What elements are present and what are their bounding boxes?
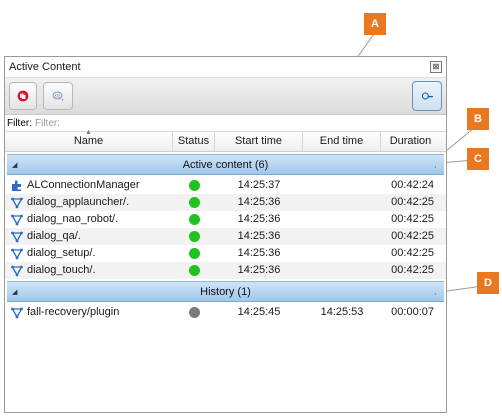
group-label-active: Active content (6) xyxy=(182,158,269,171)
puzzle-icon xyxy=(12,179,21,191)
robot-select-icon xyxy=(52,91,64,101)
group-label-history: History (1) xyxy=(200,285,251,298)
row-end-time: 14:25:53 xyxy=(320,306,364,318)
row-duration: 00:42:25 xyxy=(391,213,434,225)
filter-input[interactable] xyxy=(35,117,235,129)
behavior-icon xyxy=(11,214,23,225)
row-duration: 00:42:25 xyxy=(391,196,434,208)
status-stopped-indicator xyxy=(188,307,200,318)
active-content-panel: Active Content ⊠ Filter: Filter: ▲ Name … xyxy=(4,56,447,413)
row-start-time: 14:25:36 xyxy=(237,247,281,259)
row-start-time: 14:25:36 xyxy=(237,213,281,225)
table-row[interactable]: dialog_qa/. 14:25:36 00:42:25 xyxy=(5,228,446,245)
row-name: ALConnectionManager xyxy=(27,179,140,191)
history-list: fall-recovery/plugin 14:25:45 14:25:53 0… xyxy=(5,304,446,321)
callout-d: D xyxy=(477,272,499,294)
column-duration-header[interactable]: Duration xyxy=(381,132,440,151)
row-end-time xyxy=(303,211,381,228)
row-end-time xyxy=(303,245,381,262)
table-header: ▲ Name Status Start time End time Durati… xyxy=(5,129,446,152)
group-header-active[interactable]: ◢ Active content (6) ⠂ xyxy=(7,154,444,175)
panel-titlebar: Active Content ⊠ xyxy=(5,57,446,78)
status-running-indicator xyxy=(188,214,200,225)
search-toggle-icon xyxy=(421,92,433,100)
panel-toolbar xyxy=(5,78,446,115)
row-duration: 00:42:25 xyxy=(391,264,434,276)
behavior-icon xyxy=(11,231,23,242)
filter-bar: Filter: xyxy=(5,115,446,132)
row-name: dialog_qa/. xyxy=(27,230,81,242)
stop-behaviors-icon xyxy=(17,90,29,102)
callout-b: B xyxy=(467,108,489,130)
row-name: dialog_applauncher/. xyxy=(27,196,130,208)
row-end-time xyxy=(303,228,381,245)
table-row[interactable]: fall-recovery/plugin 14:25:45 14:25:53 0… xyxy=(5,304,446,321)
row-start-time: 14:25:37 xyxy=(237,179,281,191)
robot-select-button[interactable] xyxy=(43,82,73,110)
callout-c: C xyxy=(467,148,489,170)
row-name: dialog_setup/. xyxy=(27,247,96,259)
row-duration: 00:00:07 xyxy=(391,306,434,318)
panel-title: Active Content xyxy=(9,61,81,73)
status-running-indicator xyxy=(188,180,200,191)
row-end-time xyxy=(303,194,381,211)
row-name: fall-recovery/plugin xyxy=(27,306,120,318)
status-running-indicator xyxy=(188,248,200,259)
table-row[interactable]: dialog_setup/. 14:25:36 00:42:25 xyxy=(5,245,446,262)
resize-grip-icon: ⠂ xyxy=(433,292,439,299)
column-status-header[interactable]: Status xyxy=(173,132,215,151)
stop-behaviors-button[interactable] xyxy=(9,82,37,110)
row-start-time: 14:25:36 xyxy=(237,230,281,242)
table-row[interactable]: ALConnectionManager 14:25:37 00:42:24 xyxy=(5,177,446,194)
filter-label: Filter: xyxy=(7,117,32,129)
status-running-indicator xyxy=(188,265,200,276)
resize-grip-icon: ⠂ xyxy=(433,165,439,172)
row-name: dialog_nao_robot/. xyxy=(27,213,119,225)
row-end-time xyxy=(303,177,381,194)
table-row[interactable]: dialog_touch/. 14:25:36 00:42:25 xyxy=(5,262,446,279)
column-start-header[interactable]: Start time xyxy=(215,132,303,151)
row-name: dialog_touch/. xyxy=(27,264,96,276)
sort-ascending-icon: ▲ xyxy=(85,129,92,136)
column-name-header[interactable]: ▲ Name xyxy=(5,129,173,151)
row-duration: 00:42:25 xyxy=(391,230,434,242)
behavior-icon xyxy=(11,248,23,259)
row-duration: 00:42:24 xyxy=(391,179,434,191)
row-start-time: 14:25:45 xyxy=(237,306,281,318)
collapse-icon[interactable]: ◢ xyxy=(12,161,17,169)
search-toggle-button[interactable] xyxy=(412,81,442,111)
status-running-indicator xyxy=(188,231,200,242)
row-end-time xyxy=(303,262,381,279)
active-content-list: ALConnectionManager 14:25:37 00:42:24 di… xyxy=(5,177,446,279)
status-running-indicator xyxy=(188,197,200,208)
collapse-icon[interactable]: ◢ xyxy=(12,288,17,296)
behavior-icon xyxy=(11,197,23,208)
row-start-time: 14:25:36 xyxy=(237,264,281,276)
row-start-time: 14:25:36 xyxy=(237,196,281,208)
close-icon[interactable]: ⊠ xyxy=(430,61,442,73)
behavior-icon xyxy=(11,307,23,318)
row-duration: 00:42:25 xyxy=(391,247,434,259)
table-row[interactable]: dialog_applauncher/. 14:25:36 00:42:25 xyxy=(5,194,446,211)
group-header-history[interactable]: ◢ History (1) ⠂ xyxy=(7,281,444,302)
table-row[interactable]: dialog_nao_robot/. 14:25:36 00:42:25 xyxy=(5,211,446,228)
callout-a: A xyxy=(364,13,386,35)
behavior-icon xyxy=(11,265,23,276)
column-end-header[interactable]: End time xyxy=(303,132,381,151)
